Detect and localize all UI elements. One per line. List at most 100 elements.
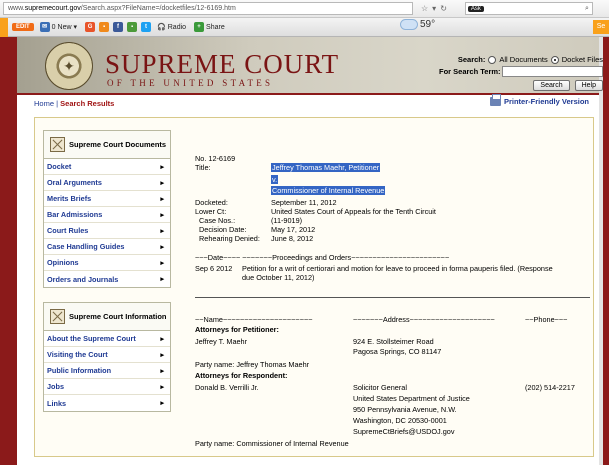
app-icon-g[interactable]: G <box>85 22 96 32</box>
sidebar-documents-item[interactable]: Oral Arguments ▸ <box>44 175 170 191</box>
chevron-right-icon: ▸ <box>160 163 164 171</box>
twitter-icon[interactable]: t <box>141 22 152 32</box>
facebook-icon[interactable]: f <box>113 22 124 32</box>
chevron-down-icon: ▾ <box>73 24 78 31</box>
sidebar-information-item[interactable]: Visiting the Court ▸ <box>44 347 170 363</box>
sidebar-documents-item[interactable]: Docket ▸ <box>44 159 170 175</box>
petitioner-address-line1: 924 E. Stollsteimer Road <box>353 337 434 346</box>
sidebar-information-item[interactable]: Jobs ▸ <box>44 379 170 395</box>
search-button[interactable]: Search <box>533 80 570 91</box>
sidebar-information-item-label: Jobs <box>47 382 65 391</box>
title-petitioner: Jeffrey Thomas Maehr, Petitioner <box>271 163 381 172</box>
sidebar-information-item[interactable]: Links ▸ <box>44 395 170 411</box>
mail-label: 0 New <box>51 23 72 31</box>
chevron-right-icon: ▸ <box>160 351 164 359</box>
chevron-right-icon: ▸ <box>160 195 164 203</box>
toolbar-search-icon[interactable]: Se <box>593 20 609 34</box>
sidebar-documents-item[interactable]: Case Handling Guides ▸ <box>44 239 170 255</box>
address-bar: www.supremecourt.gov/Search.aspx?FileNam… <box>0 0 609 18</box>
title-versus: v. <box>271 175 279 184</box>
docket-number: No. 12-6169 <box>195 154 236 163</box>
docketed-date: September 11, 2012 <box>271 198 337 207</box>
sidebar-documents-title: Supreme Court Documents <box>69 140 167 149</box>
sidebar-documents-item-label: Orders and Journals <box>47 274 119 284</box>
radio-all-documents[interactable] <box>488 55 497 64</box>
breadcrumb-home[interactable]: Home <box>34 99 54 108</box>
bookmark-star-icon[interactable]: ☆ <box>421 4 428 13</box>
title-label: Title: <box>195 163 211 172</box>
sidebar-documents-item-label: Court Rules <box>47 226 89 235</box>
main-content-frame: Supreme Court Documents Docket ▸ Oral Argu… <box>34 117 594 457</box>
weather-widget[interactable]: 59° <box>400 19 435 30</box>
url-field[interactable]: www.supremecourt.gov/Search.aspx?FileNam… <box>3 2 413 15</box>
radio-docket-files[interactable] <box>550 55 559 64</box>
sidebar-documents-item[interactable]: Bar Admissions ▸ <box>44 207 170 223</box>
share-icon: + <box>194 22 205 32</box>
rehearing-denied-label: Rehearing Denied: <box>199 234 260 243</box>
title-respondent: Commissioner of Internal Revenue <box>271 186 386 195</box>
sidebar-documents-item-label: Case Handling Guides <box>47 242 125 251</box>
edit-button[interactable]: EDIT <box>12 23 34 31</box>
search-icon[interactable]: ⌕ <box>585 5 589 13</box>
help-button[interactable]: Help <box>574 80 603 91</box>
radio-docket-files-label: Docket Files <box>561 55 603 64</box>
search-term-input[interactable] <box>502 66 603 77</box>
toolbar-tab[interactable] <box>0 17 8 37</box>
right-border <box>603 37 609 465</box>
app-icon-news[interactable]: ▪ <box>127 22 138 32</box>
sidebar-documents-item[interactable]: Opinions ▸ <box>44 255 170 271</box>
name-column-header: ~~Name~~~~~~~~~~~~~~~~~~~~~ <box>195 315 313 324</box>
respondent-attorneys-heading: Attorneys for Respondent: <box>195 371 288 380</box>
section-icon <box>50 309 65 324</box>
dropdown-icon[interactable]: ▾ <box>432 4 436 13</box>
search-engine-badge: Ask <box>467 5 484 12</box>
chevron-right-icon: ▸ <box>160 243 164 251</box>
radio-all-documents-label: All Documents <box>499 55 548 64</box>
left-border <box>0 37 17 465</box>
sidebar-documents-item-label: Bar Admissions <box>47 210 103 219</box>
browser-search-box[interactable]: Ask ⌕ <box>464 2 593 15</box>
url-domain: supremecourt.gov <box>24 5 81 12</box>
sidebar-documents-item-label: Merits Briefs <box>47 194 92 203</box>
divider <box>195 297 590 298</box>
sidebar-information-item-label: About the Supreme Court <box>47 334 136 343</box>
sidebar-information-item[interactable]: Public Information ▸ <box>44 363 170 379</box>
petitioner-attorney-name: Jeffrey T. Maehr <box>195 337 248 346</box>
respondent-phone: (202) 514-2217 <box>525 383 575 392</box>
sidebar-information-header: Supreme Court Information <box>44 303 170 331</box>
chevron-right-icon: ▸ <box>160 276 164 283</box>
browser-toolbar: EDIT ✉ 0 New ▾ G ▪ f ▪ t 🎧 Radio + Share … <box>0 17 609 37</box>
proceedings-header: ~~~Date~~~~ ~~~~~~~Proceedings and Order… <box>195 253 450 262</box>
respondent-party-name: Party name: Commissioner of Internal Rev… <box>195 439 349 448</box>
mail-button[interactable]: ✉ 0 New ▾ <box>39 22 78 32</box>
sidebar-documents-item-label: Oral Arguments <box>47 178 102 187</box>
chevron-right-icon: ▸ <box>160 211 164 219</box>
sidebar-information-item[interactable]: About the Supreme Court ▸ <box>44 331 170 347</box>
site-header: ✦ SUPREME COURT OF THE UNITED STATES Sea… <box>17 37 603 95</box>
site-title[interactable]: SUPREME COURT <box>105 49 339 80</box>
radio-label: Radio <box>167 23 187 31</box>
breadcrumb-current: Search Results <box>60 99 115 108</box>
respondent-address-line1: Solicitor General <box>353 383 407 392</box>
court-seal-icon[interactable]: ✦ <box>45 42 93 90</box>
respondent-address-line2: United States Department of Justice <box>353 394 470 403</box>
printer-friendly-link[interactable]: Printer-Friendly Version <box>489 94 589 106</box>
cloud-icon <box>400 19 418 30</box>
weather-temp: 59° <box>420 19 436 30</box>
petitioner-attorneys-heading: Attorneys for Petitioner: <box>195 325 279 334</box>
radio-button[interactable]: 🎧 Radio <box>157 23 187 32</box>
chevron-right-icon: ▸ <box>160 335 164 343</box>
proceeding-text-cont: due October 11, 2012) <box>242 273 315 282</box>
scrollbar[interactable] <box>599 37 603 465</box>
respondent-email: SupremeCtBriefs@USDOJ.gov <box>353 427 455 436</box>
sidebar-documents-item[interactable]: Orders and Journals ▸ <box>44 271 170 287</box>
sidebar-documents-item[interactable]: Merits Briefs ▸ <box>44 191 170 207</box>
search-term-label: For Search Term: <box>439 67 501 76</box>
sidebar-documents-item[interactable]: Court Rules ▸ <box>44 223 170 239</box>
docketed-label: Docketed: <box>195 198 228 207</box>
printer-icon <box>489 94 501 106</box>
decision-date-label: Decision Date: <box>199 225 247 234</box>
reload-icon[interactable]: ↻ <box>440 4 447 13</box>
share-button[interactable]: + Share <box>194 22 225 32</box>
app-icon-rss[interactable]: ▪ <box>99 22 110 32</box>
